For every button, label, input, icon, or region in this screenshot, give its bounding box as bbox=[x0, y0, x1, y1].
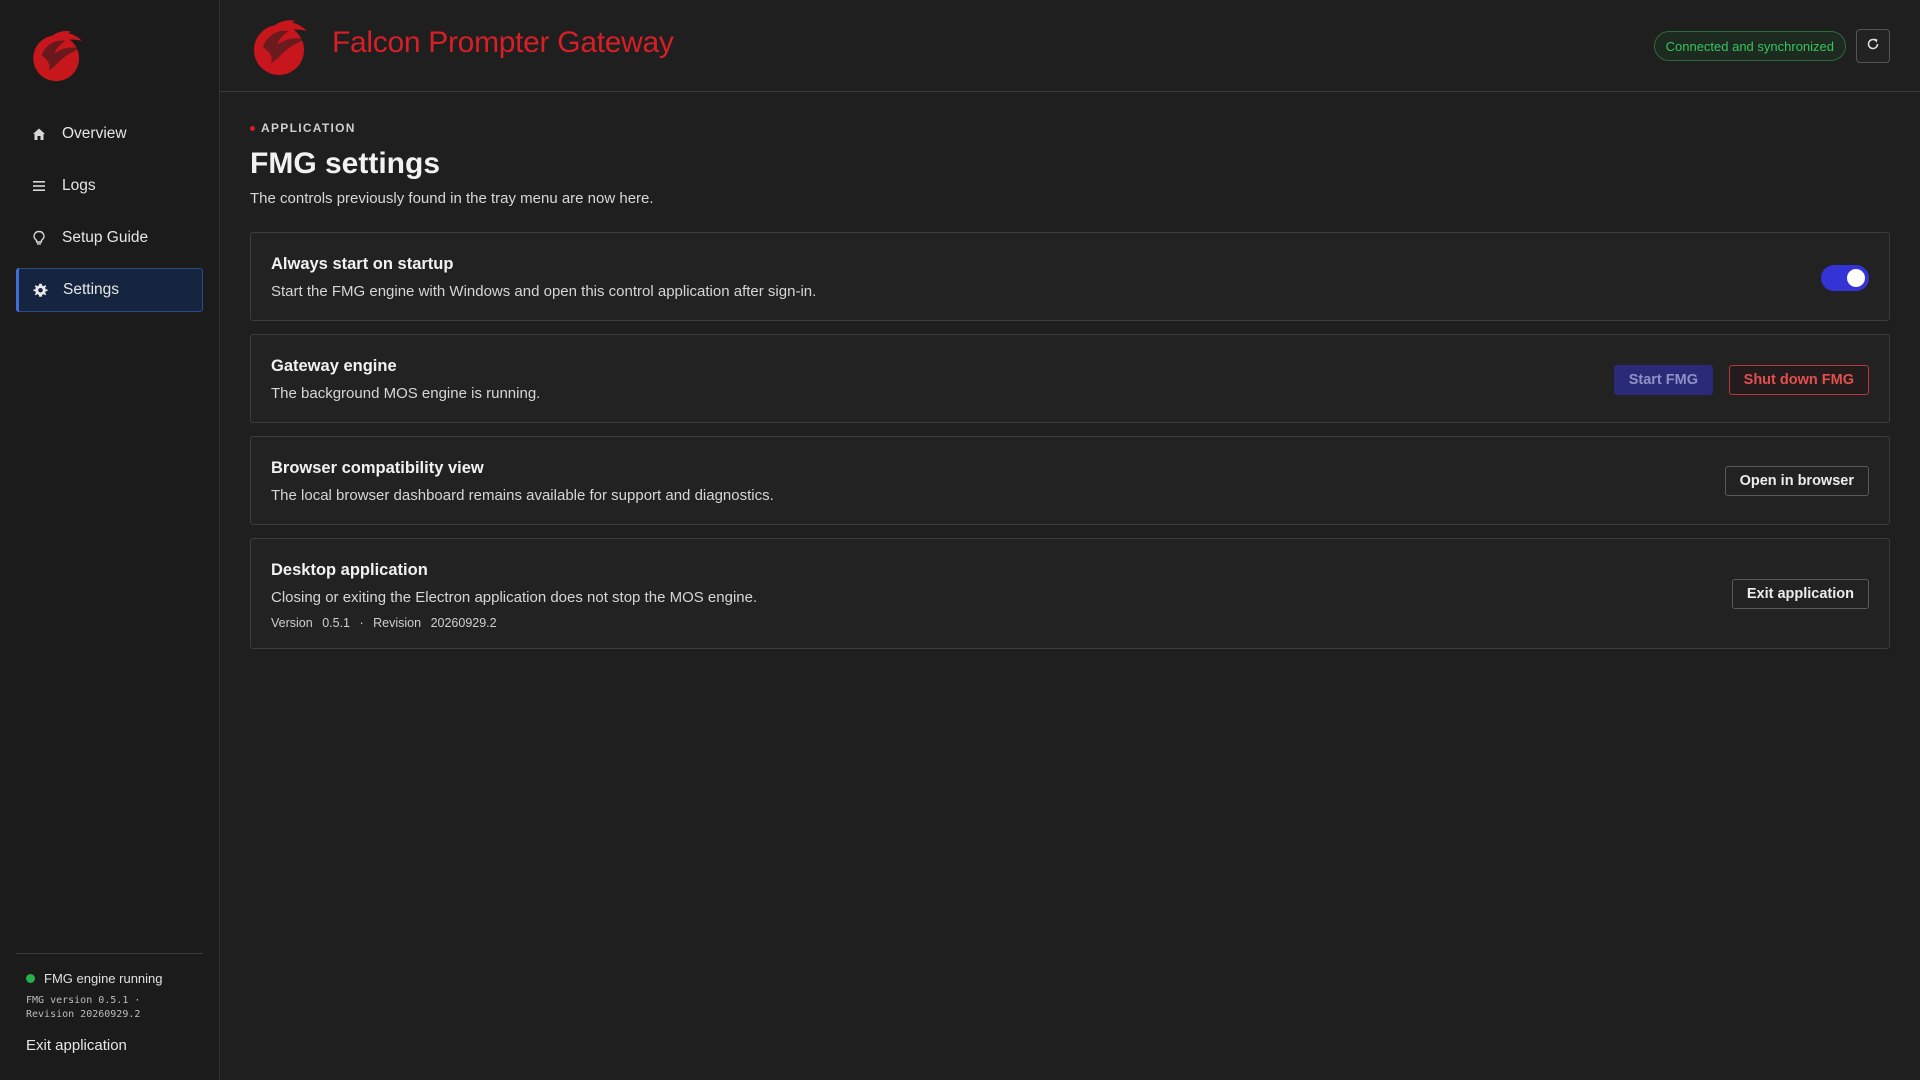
card-title: Always start on startup bbox=[271, 255, 454, 273]
sidebar-item-label: Overview bbox=[62, 125, 127, 142]
status-dot-icon bbox=[26, 974, 35, 983]
refresh-icon bbox=[1866, 37, 1880, 56]
lightbulb-icon bbox=[30, 229, 48, 247]
engine-status-text: FMG engine running bbox=[44, 971, 163, 986]
version-meta: Version 0.5.1 · Revision 20260929.2 bbox=[271, 616, 1869, 630]
home-icon bbox=[30, 125, 48, 143]
exit-application-button[interactable]: Exit application bbox=[1731, 579, 1869, 609]
card-title: Desktop application bbox=[271, 561, 428, 579]
toggle-knob bbox=[1847, 269, 1865, 287]
meta-separator: · bbox=[359, 616, 364, 630]
list-icon bbox=[30, 177, 48, 195]
page-subtitle: The controls previously found in the tra… bbox=[250, 190, 654, 207]
gear-icon bbox=[31, 281, 49, 299]
main-content: APPLICATION FMG settings The controls pr… bbox=[250, 92, 1890, 649]
sidebar-item-overview[interactable]: Overview bbox=[16, 112, 203, 156]
desktop-app-card: Desktop application Closing or exiting t… bbox=[250, 538, 1890, 649]
sidebar-nav: Overview Logs Setup Guide Settings bbox=[16, 112, 203, 320]
sidebar-footer: FMG engine running FMG version 0.5.1 · R… bbox=[16, 953, 203, 1055]
startup-toggle[interactable] bbox=[1821, 265, 1869, 291]
settings-cards: Always start on startup Start the FMG en… bbox=[250, 232, 1890, 649]
page-title: FMG settings bbox=[250, 147, 441, 180]
revision-label: Revision bbox=[373, 616, 422, 630]
card-description: The local browser dashboard remains avai… bbox=[271, 487, 774, 504]
revision-value: 20260929.2 bbox=[430, 616, 497, 630]
falcon-logo[interactable] bbox=[28, 28, 88, 83]
gateway-engine-card: Gateway engine The background MOS engine… bbox=[250, 334, 1890, 423]
top-header: Falcon Prompter Gateway Connected and sy… bbox=[220, 0, 1920, 92]
sidebar-exit-link[interactable]: Exit application bbox=[26, 1037, 127, 1054]
sidebar-item-logs[interactable]: Logs bbox=[16, 164, 203, 208]
sidebar-item-label: Logs bbox=[62, 177, 96, 194]
section-eyebrow: APPLICATION bbox=[250, 121, 1890, 135]
shutdown-fmg-button[interactable]: Shut down FMG bbox=[1728, 365, 1869, 395]
sidebar-item-label: Settings bbox=[63, 281, 120, 298]
sidebar-item-label: Setup Guide bbox=[62, 229, 149, 246]
card-title: Browser compatibility view bbox=[271, 459, 484, 477]
refresh-button[interactable] bbox=[1856, 29, 1890, 63]
startup-card: Always start on startup Start the FMG en… bbox=[250, 232, 1890, 321]
card-description: Closing or exiting the Electron applicat… bbox=[271, 589, 758, 606]
eyebrow-label: APPLICATION bbox=[261, 121, 356, 135]
version-info: FMG version 0.5.1 · Revision 20260929.2 bbox=[26, 994, 203, 1022]
card-description: Start the FMG engine with Windows and op… bbox=[271, 283, 817, 300]
sidebar: Overview Logs Setup Guide Settings FMG e… bbox=[0, 0, 220, 1080]
revision-line: Revision 20260929.2 bbox=[26, 1009, 141, 1020]
start-fmg-button[interactable]: Start FMG bbox=[1613, 365, 1713, 395]
red-dot-icon bbox=[250, 125, 255, 131]
version-label: Version bbox=[271, 616, 313, 630]
connection-status-badge: Connected and synchronized bbox=[1653, 31, 1846, 61]
app-title: Falcon Prompter Gateway bbox=[332, 26, 674, 59]
version-line: FMG version 0.5.1 · bbox=[26, 995, 141, 1006]
sidebar-item-setup-guide[interactable]: Setup Guide bbox=[16, 216, 203, 260]
open-in-browser-button[interactable]: Open in browser bbox=[1724, 466, 1869, 496]
sidebar-item-settings[interactable]: Settings bbox=[16, 268, 203, 312]
engine-status: FMG engine running bbox=[26, 971, 203, 986]
falcon-logo-large bbox=[254, 20, 307, 75]
browser-view-card: Browser compatibility view The local bro… bbox=[250, 436, 1890, 525]
version-value: 0.5.1 bbox=[322, 616, 350, 630]
